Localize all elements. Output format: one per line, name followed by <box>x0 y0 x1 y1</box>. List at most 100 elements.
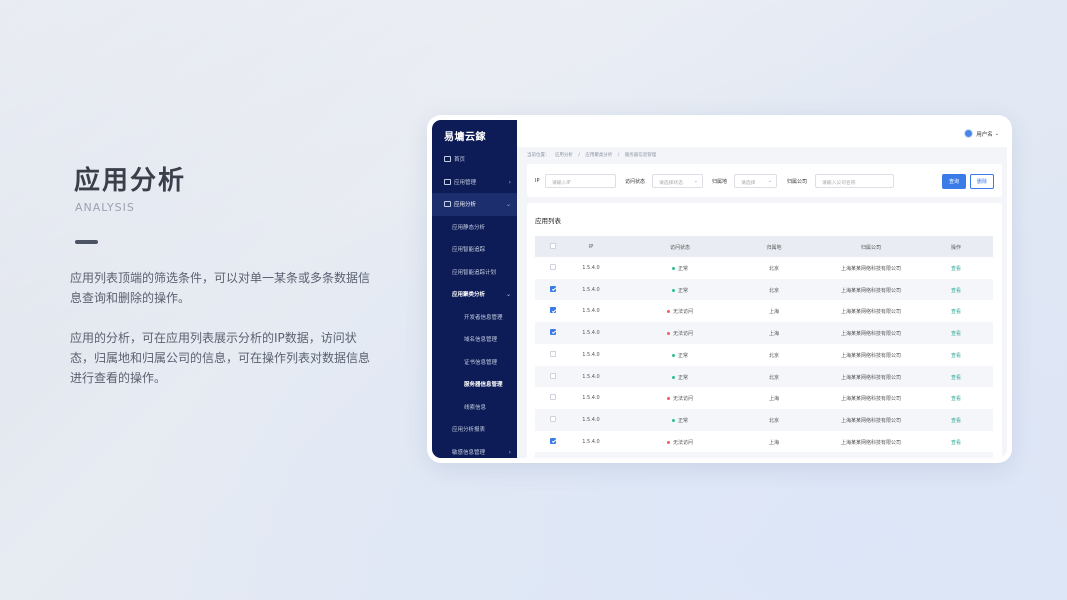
select-all-checkbox[interactable] <box>550 243 556 249</box>
cell-region-text: 北京 <box>768 352 780 359</box>
intro-paragraph-2: 应用的分析，可在应用列表展示分析的IP数据，访问状态，归属地和归属公司的信息，可… <box>70 331 371 385</box>
view-link-text: 查看 <box>950 331 962 338</box>
ip-placeholder: 请输入IP <box>552 181 571 186</box>
delete-button[interactable]: 删除 <box>970 174 994 189</box>
app-list-panel: 应用列表 IP 访问状态 归属地 归属公司 操作 1.5.4.0 正常 北京 上海某某… <box>527 203 1002 458</box>
sidebar-item-label: 服务器信息管理 <box>464 382 503 389</box>
sidebar-item[interactable]: 线索信息 <box>432 396 517 419</box>
chevron-down-icon: ⌄ <box>505 291 511 298</box>
filter-bar: IP 请输入IP 访问状态 请选择状态 ⌄ 归属地 请选择 ⌄ 归属公司 请输入… <box>527 164 1002 197</box>
view-link[interactable]: 查看 <box>951 330 961 337</box>
view-link[interactable]: 查看 <box>951 352 961 359</box>
status-dot-icon <box>671 353 675 357</box>
breadcrumb-item[interactable]: 应用聚类分析 <box>585 153 612 158</box>
cell-region: 上海 <box>769 308 779 315</box>
sidebar-item-label: 应用分析报表 <box>452 427 486 434</box>
region-label: 归属地 <box>712 179 728 185</box>
view-link-text: 查看 <box>950 266 962 272</box>
cell-region: 上海 <box>769 330 779 337</box>
sidebar-item[interactable]: 应用聚类分析 ⌄ <box>432 283 517 306</box>
cell-company: 上海某某网络科技有限公司 <box>841 287 901 294</box>
cell-status-text: 无法访问 <box>672 396 694 403</box>
cell-status-text: 正常 <box>677 266 689 272</box>
row-checkbox[interactable] <box>550 437 556 444</box>
sidebar-item[interactable]: 应用智能追踪 <box>432 238 517 261</box>
sidebar-item[interactable]: 服务器信息管理 <box>432 373 517 396</box>
table-row: 1.5.4.0无法访问上海上海某某网络科技有限公司查看 <box>535 300 993 322</box>
view-link-text: 查看 <box>950 287 962 294</box>
sidebar-item[interactable]: 应用管理 › <box>432 171 517 194</box>
cell-company: 上海某某网络科技有限公司 <box>841 265 901 272</box>
sidebar-item[interactable]: 应用智能追踪计划 <box>432 261 517 284</box>
cell-region: 北京 <box>769 265 779 272</box>
cell-ip-text: 1.5.4.0 <box>582 286 600 293</box>
view-link-text: 查看 <box>950 374 962 381</box>
top-bar: 用户名 ⌄ <box>517 120 1007 147</box>
sidebar-item[interactable]: 应用分析报表 <box>432 418 517 441</box>
sidebar-item[interactable]: 应用静态分析 <box>432 216 517 239</box>
username: 用户名 <box>976 131 993 138</box>
cell-company: 上海某某网络科技有限公司 <box>841 352 901 359</box>
breadcrumb-prefix: 当前位置： <box>527 153 550 158</box>
row-checkbox[interactable] <box>550 350 556 357</box>
view-link[interactable]: 查看 <box>951 308 961 315</box>
row-checkbox[interactable] <box>550 307 556 314</box>
query-button[interactable]: 查询 <box>942 174 966 189</box>
view-link[interactable]: 查看 <box>951 439 961 446</box>
view-link[interactable]: 查看 <box>951 395 961 402</box>
chevron-right-icon: › <box>508 448 511 456</box>
sidebar-item[interactable]: 敏感信息管理 › <box>432 441 517 459</box>
table-row: 1.5.4.0 正常 北京 上海某某网络科技有限公司 查看 <box>535 344 993 366</box>
breadcrumb-item[interactable]: 应用分析 <box>555 153 573 158</box>
row-checkbox[interactable] <box>550 394 556 401</box>
sidebar-item[interactable]: 域名信息管理 <box>432 328 517 351</box>
cell-ip-text: 1.5.4.0 <box>582 438 600 445</box>
breadcrumb-separator: / <box>617 153 620 158</box>
intro-title: 应用分析 <box>74 166 187 196</box>
cell-status-text: 无法访问 <box>672 439 694 446</box>
cell-region-text: 北京 <box>768 417 780 424</box>
intro-section: 应用分析 ANALYSIS 应用列表顶端的筛选条件，可以对单一某条或多条数据信息… <box>70 160 380 388</box>
region-select[interactable]: 请选择 ⌄ <box>734 174 777 188</box>
table-header: IP 访问状态 归属地 归属公司 操作 <box>535 236 993 257</box>
status-select[interactable]: 请选择状态 ⌄ <box>652 174 703 188</box>
view-link[interactable]: 查看 <box>951 417 961 424</box>
view-link[interactable]: 查看 <box>951 374 961 381</box>
cell-ip: 1.5.4.0 <box>582 439 600 445</box>
cell-ip: 1.5.4.0 <box>582 374 600 380</box>
cell-company: 上海某某网络科技有限公司 <box>841 330 901 337</box>
cell-company-text: 上海某某网络科技有限公司 <box>840 309 902 316</box>
status-placeholder: 请选择状态 <box>659 181 683 186</box>
region-placeholder: 请选择 <box>741 181 756 186</box>
view-link[interactable]: 查看 <box>951 265 961 272</box>
row-checkbox[interactable] <box>550 285 556 292</box>
sidebar-item[interactable]: 首页 <box>432 148 517 171</box>
sidebar-item[interactable]: 证书信息管理 <box>432 351 517 374</box>
view-link[interactable]: 查看 <box>951 287 961 294</box>
row-checkbox[interactable] <box>550 329 556 336</box>
cell-ip: 1.5.4.0 <box>582 287 600 293</box>
status-dot-icon <box>666 440 670 444</box>
cell-ip-text: 1.5.4.0 <box>582 308 600 315</box>
row-checkbox[interactable] <box>550 415 556 422</box>
cell-company-text: 上海某某网络科技有限公司 <box>840 331 902 338</box>
cell-region-text: 上海 <box>768 439 780 446</box>
company-input[interactable]: 请输入公司名称 <box>815 174 894 188</box>
row-checkbox[interactable] <box>550 264 556 270</box>
sidebar-item[interactable]: 开发者信息管理 <box>432 306 517 329</box>
status-dot-icon <box>666 397 670 401</box>
ip-input[interactable]: 请输入IP <box>545 174 616 188</box>
analysis-icon <box>444 201 451 208</box>
cell-region: 北京 <box>769 352 779 359</box>
intro-divider <box>75 240 98 244</box>
row-checkbox[interactable] <box>550 372 556 379</box>
cell-status: 无法访问 <box>666 439 694 446</box>
sidebar-item-label: 应用智能追踪计划 <box>452 269 497 276</box>
table-row: 1.5.4.0无法访问上海上海某某网络科技有限公司查看 <box>535 452 993 458</box>
home-icon <box>444 156 451 163</box>
user-menu[interactable]: 用户名 ⌄ <box>964 129 999 138</box>
sidebar-item[interactable]: 应用分析 ⌄ <box>432 193 517 216</box>
status-dot-icon <box>671 267 675 270</box>
sidebar-item-label: 应用静态分析 <box>452 224 486 231</box>
cell-ip-text: 1.5.4.0 <box>582 265 600 271</box>
